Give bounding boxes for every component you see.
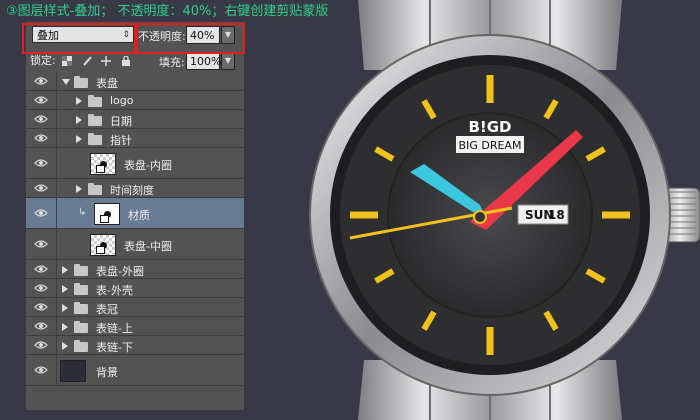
- layer-row[interactable]: 表-外壳: [26, 279, 244, 298]
- watch-illustration: B!GDBIG DREAMSUN18: [309, 0, 700, 420]
- folder-icon: [88, 132, 102, 145]
- layer-name: 表-外壳: [96, 283, 133, 297]
- date-label: 18: [548, 208, 565, 222]
- collapse-arrow-icon[interactable]: [62, 78, 70, 85]
- expand-arrow-icon[interactable]: [76, 184, 82, 193]
- layer-row[interactable]: 时间刻度: [26, 179, 244, 198]
- visibility-eye-icon[interactable]: [26, 198, 57, 228]
- layer-name: 表盘-内圈: [124, 158, 172, 172]
- highlight-opacity: [134, 23, 245, 54]
- visibility-eye-icon[interactable]: [26, 355, 57, 385]
- lock-brush-icon[interactable]: [82, 56, 92, 66]
- layer-name: 指针: [110, 133, 132, 147]
- layer-name: 表冠: [96, 302, 118, 316]
- hand-pivot: [473, 210, 487, 224]
- clipping-mask-icon: ↳: [78, 206, 87, 218]
- folder-icon: [74, 75, 88, 88]
- expand-arrow-icon[interactable]: [62, 322, 68, 331]
- layer-thumbnail: [90, 233, 116, 256]
- layer-row[interactable]: 表链-上: [26, 317, 244, 336]
- expand-arrow-icon[interactable]: [62, 341, 68, 350]
- lock-move-icon[interactable]: [101, 56, 112, 66]
- fill-field[interactable]: 100%: [186, 52, 221, 70]
- layer-row[interactable]: 表盘-外圈: [26, 260, 244, 279]
- expand-arrow-icon[interactable]: [76, 115, 82, 124]
- visibility-eye-icon[interactable]: [26, 336, 57, 354]
- fill-label: 填充:: [159, 56, 185, 69]
- expand-arrow-icon[interactable]: [76, 134, 82, 143]
- visibility-eye-icon[interactable]: [26, 260, 57, 278]
- expand-arrow-icon[interactable]: [62, 284, 68, 293]
- visibility-eye-icon[interactable]: [26, 179, 57, 197]
- visibility-eye-icon[interactable]: [26, 279, 57, 297]
- lock-row: 锁定:: [30, 52, 134, 70]
- layer-name: 时间刻度: [110, 183, 154, 197]
- visibility-eye-icon[interactable]: [26, 298, 57, 316]
- layer-row[interactable]: 表盘-内圈: [26, 148, 244, 179]
- folder-icon: [88, 113, 102, 126]
- layer-row[interactable]: 表链-下: [26, 336, 244, 355]
- layer-name: 背景: [96, 365, 118, 379]
- layer-row[interactable]: 指针: [26, 129, 244, 148]
- visibility-eye-icon[interactable]: [26, 148, 57, 178]
- layer-row[interactable]: 表冠: [26, 298, 244, 317]
- visibility-eye-icon[interactable]: [26, 229, 57, 259]
- folder-icon: [74, 301, 88, 314]
- layer-name: 表链-下: [96, 340, 133, 354]
- expand-arrow-icon[interactable]: [76, 96, 82, 105]
- visibility-eye-icon[interactable]: [26, 72, 57, 90]
- visibility-eye-icon[interactable]: [26, 91, 57, 109]
- brand-subtitle: BIG DREAM: [459, 139, 522, 152]
- expand-arrow-icon[interactable]: [62, 265, 68, 274]
- layer-name: 表盘-中圈: [124, 239, 172, 253]
- layer-name: 表链-上: [96, 321, 133, 335]
- layer-row[interactable]: 背景: [26, 355, 244, 386]
- folder-icon: [74, 263, 88, 276]
- layer-thumbnail: [94, 202, 120, 225]
- layer-row[interactable]: 日期: [26, 110, 244, 129]
- layer-row[interactable]: 表盘-中圈: [26, 229, 244, 260]
- layer-row[interactable]: logo: [26, 91, 244, 110]
- layer-row[interactable]: 表盘: [26, 72, 244, 91]
- fill-dropdown-button[interactable]: ▼: [221, 52, 235, 70]
- brand-logo: B!GD: [468, 118, 511, 136]
- layers-list: 表盘 logo 日期指针表盘-内圈时间刻度 ↳ 材质表盘-中圈表盘-外圈表-外壳表冠表链…: [26, 72, 244, 386]
- lock-all-icon[interactable]: [121, 56, 131, 66]
- visibility-eye-icon[interactable]: [26, 317, 57, 335]
- layer-thumbnail: [60, 359, 86, 382]
- layer-row[interactable]: ↳ 材质: [26, 198, 244, 229]
- folder-icon: [74, 339, 88, 352]
- highlight-blend-mode: [22, 23, 138, 54]
- folder-icon: [88, 94, 102, 107]
- expand-arrow-icon[interactable]: [62, 303, 68, 312]
- layer-thumbnail: [90, 152, 116, 175]
- layer-name: logo: [110, 93, 134, 107]
- lock-label: 锁定:: [30, 54, 56, 67]
- layer-name: 材质: [128, 208, 150, 222]
- folder-icon: [88, 182, 102, 195]
- layer-name: 表盘-外圈: [96, 264, 144, 278]
- visibility-eye-icon[interactable]: [26, 129, 57, 147]
- lock-transparent-icon[interactable]: [62, 56, 73, 66]
- layers-panel: 叠加 ⇕ 不透明度: 40% ▼ 锁定: 填充: 100% ▼ 表盘 logo 日期…: [26, 22, 244, 410]
- visibility-eye-icon[interactable]: [26, 110, 57, 128]
- folder-icon: [74, 282, 88, 295]
- layer-name: 表盘: [96, 76, 118, 90]
- layer-name: 日期: [110, 114, 132, 128]
- folder-icon: [74, 320, 88, 333]
